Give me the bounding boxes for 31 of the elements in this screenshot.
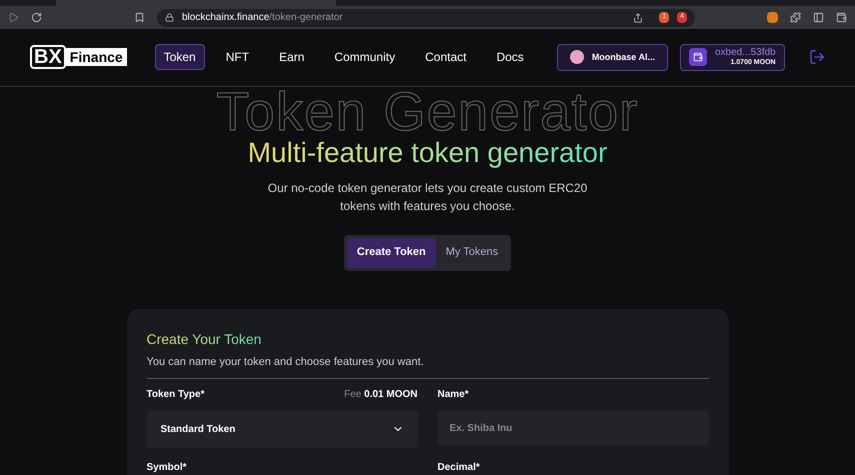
sidebar-icon[interactable] — [813, 12, 824, 24]
wallet-address: oxbed...53fdb — [714, 46, 776, 59]
network-button[interactable]: Moonbase Al... — [556, 44, 668, 71]
nav-link[interactable]: Earn — [270, 44, 314, 70]
lock-icon — [165, 13, 174, 22]
wallet-icon — [692, 52, 703, 62]
extensions-icon[interactable] — [790, 12, 801, 24]
wallet-icon[interactable] — [836, 12, 847, 24]
field-label: Symbol* — [146, 461, 188, 475]
logout-icon[interactable] — [808, 48, 825, 66]
field-label: Name* — [438, 388, 470, 402]
url-text: blockchainx.finance/token-generator — [182, 11, 343, 26]
field-label: Decimal* — [438, 461, 481, 475]
form-subtitle: You can name your token and choose features you want. — [146, 354, 708, 379]
nav-link[interactable]: Token — [154, 44, 205, 70]
bookmark-icon[interactable] — [134, 12, 145, 24]
reload-icon[interactable] — [31, 12, 42, 24]
tab[interactable]: My Tokens — [436, 238, 508, 268]
tab[interactable]: Create Token — [346, 238, 436, 268]
hero-subtitle: Our no-code token generator lets you create custom ERC20 tokens with features you choose. — [266, 180, 588, 214]
field-label: Token Type* — [146, 388, 204, 402]
backdrop-heading: Token Generator — [216, 86, 639, 136]
logo-text[interactable]: Finance — [66, 48, 127, 66]
nav-link[interactable]: NFT — [216, 44, 258, 70]
share-icon[interactable] — [633, 12, 644, 23]
nav-link[interactable]: Docs — [487, 44, 533, 70]
nav-link[interactable]: Community — [325, 44, 404, 70]
fee-text: Fee 0.01 MOON — [344, 388, 418, 402]
name-input[interactable]: Ex. Shiba Inu — [438, 410, 708, 446]
token-type-select[interactable]: Standard Token — [146, 410, 418, 448]
nav-link[interactable]: Contact — [416, 44, 476, 70]
